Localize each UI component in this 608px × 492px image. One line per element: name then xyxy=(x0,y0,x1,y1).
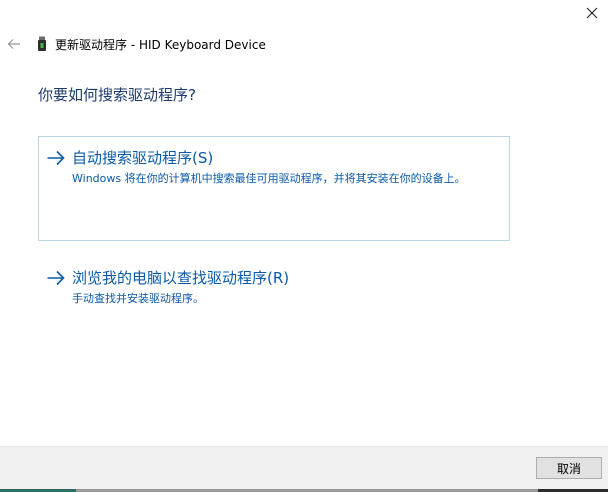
page-heading: 你要如何搜索驱动程序? xyxy=(38,86,196,104)
arrow-left-icon xyxy=(7,39,20,49)
dialog-footer: 取消 xyxy=(0,446,608,492)
auto-search-option[interactable]: 自动搜索驱动程序(S) Windows 将在你的计算机中搜索最佳可用驱动程序，并… xyxy=(38,136,510,241)
arrow-right-icon xyxy=(47,150,65,166)
cancel-button[interactable]: 取消 xyxy=(536,457,602,479)
browse-computer-description: 手动查找并安装驱动程序。 xyxy=(72,292,204,305)
arrow-right-icon xyxy=(47,270,65,286)
update-driver-dialog: 更新驱动程序 - HID Keyboard Device 你要如何搜索驱动程序?… xyxy=(0,0,608,492)
auto-search-title: 自动搜索驱动程序(S) xyxy=(72,149,214,167)
auto-search-description: Windows 将在你的计算机中搜索最佳可用驱动程序，并将其安装在你的设备上。 xyxy=(72,172,466,185)
browse-computer-option[interactable]: 浏览我的电脑以查找驱动程序(R) 手动查找并安装驱动程序。 xyxy=(38,256,510,308)
back-button[interactable] xyxy=(6,36,22,52)
browse-computer-title: 浏览我的电脑以查找驱动程序(R) xyxy=(72,269,290,287)
dialog-title-row: 更新驱动程序 - HID Keyboard Device xyxy=(36,34,266,54)
usb-device-icon xyxy=(38,36,46,51)
close-icon xyxy=(586,7,598,19)
dialog-title: 更新驱动程序 - HID Keyboard Device xyxy=(55,37,266,52)
close-button[interactable] xyxy=(576,0,608,26)
